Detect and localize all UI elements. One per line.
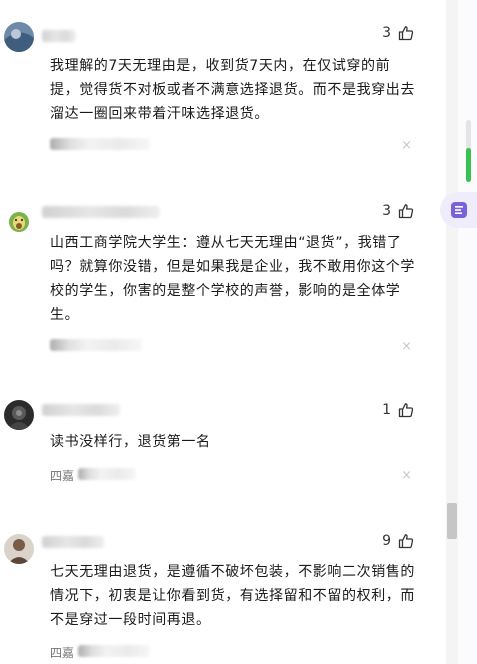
comment-meta-redacted xyxy=(78,645,150,657)
comment-item: 3 山西工商学院大学生：遵从七天无理由“退货”，我错了吗？就算你没错，但是如果我… xyxy=(0,190,444,370)
thumbs-up-icon xyxy=(398,26,414,41)
like-count: 1 xyxy=(382,402,391,418)
comment-location: 四嘉 xyxy=(50,469,75,483)
username-redacted[interactable] xyxy=(42,404,120,416)
comment-meta-redacted xyxy=(50,138,150,150)
like-button[interactable]: 9 xyxy=(382,533,414,549)
username-redacted[interactable] xyxy=(42,536,104,548)
avatar[interactable] xyxy=(4,22,34,52)
comment-text: 七天无理由退货，是遵循不破坏包装，不影响二次销售的情况下，初衷是让你看到货，有选… xyxy=(50,564,415,628)
like-button[interactable]: 3 xyxy=(382,203,414,219)
comment-location: 四嘉 xyxy=(50,646,75,660)
comment-item: 3 我理解的7天无理由是，收到货7天内，在仅试穿的前提，觉得货不对板或者不满意选… xyxy=(0,0,444,170)
like-count: 3 xyxy=(382,25,391,41)
like-button[interactable]: 1 xyxy=(382,402,414,418)
comment-item: 9 七天无理由退货，是遵循不破坏包装，不影响二次销售的情况下，初衷是让你看到货，… xyxy=(0,520,444,664)
like-button[interactable]: 3 xyxy=(382,25,414,41)
scrollbar-thumb[interactable] xyxy=(447,503,457,539)
comment-feed: 3 我理解的7天无理由是，收到货7天内，在仅试穿的前提，觉得货不对板或者不满意选… xyxy=(0,0,444,664)
right-rail xyxy=(458,0,477,664)
like-count: 9 xyxy=(382,533,391,549)
thumbs-up-icon xyxy=(398,534,414,549)
thumbs-up-icon xyxy=(398,403,414,418)
like-count: 3 xyxy=(382,203,391,219)
avatar[interactable] xyxy=(4,400,34,430)
document-tool-icon xyxy=(451,202,467,218)
close-icon[interactable]: × xyxy=(401,469,412,482)
comment-item: 1 读书没样行，退货第一名 四嘉 × xyxy=(0,390,444,500)
reading-progress-fill xyxy=(466,148,471,182)
username-redacted[interactable] xyxy=(42,206,160,218)
floating-tool-button[interactable] xyxy=(440,192,477,228)
comment-meta-redacted xyxy=(50,339,142,351)
avatar[interactable] xyxy=(4,204,34,234)
username-redacted[interactable] xyxy=(42,30,76,42)
close-icon[interactable]: × xyxy=(401,139,412,152)
avatar[interactable] xyxy=(4,534,34,564)
comment-meta-redacted xyxy=(78,468,136,480)
comment-text: 读书没样行，退货第一名 xyxy=(50,434,211,450)
comment-text: 山西工商学院大学生：遵从七天无理由“退货”，我错了吗？就算你没错，但是如果我是企… xyxy=(50,235,415,323)
comment-text: 我理解的7天无理由是，收到货7天内，在仅试穿的前提，觉得货不对板或者不满意选择退… xyxy=(50,58,415,122)
scrollbar-track[interactable] xyxy=(446,0,458,664)
close-icon[interactable]: × xyxy=(401,340,412,353)
thumbs-up-icon xyxy=(398,204,414,219)
